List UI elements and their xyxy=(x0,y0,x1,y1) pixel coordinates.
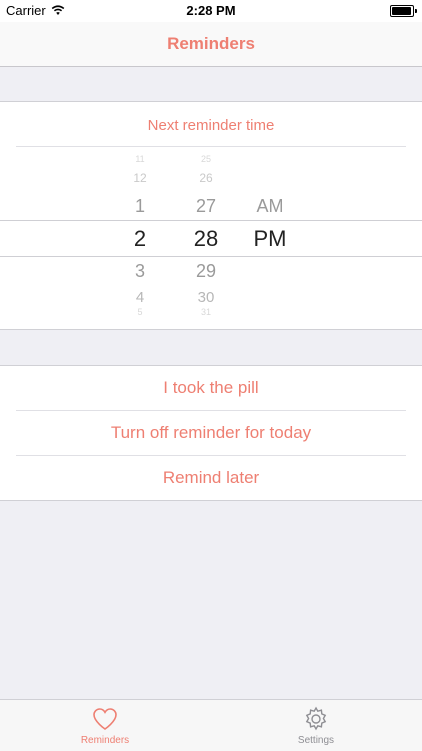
picker-item[interactable]: 25 xyxy=(176,154,236,164)
status-time: 2:28 PM xyxy=(186,3,236,18)
picker-item[interactable]: 1 xyxy=(110,196,170,217)
time-picker[interactable]: 11 12 1 2 3 4 5 25 26 27 28 29 30 31 AM … xyxy=(0,148,422,318)
minute-column[interactable]: 25 26 27 28 29 30 31 xyxy=(176,148,236,318)
reminder-time-section: Next reminder time 11 12 1 2 3 4 5 25 26… xyxy=(0,101,422,330)
turn-off-today-button[interactable]: Turn off reminder for today xyxy=(0,411,422,455)
hour-column[interactable]: 11 12 1 2 3 4 5 xyxy=(110,148,170,318)
picker-item-selected[interactable]: PM xyxy=(240,226,300,252)
took-pill-button[interactable]: I took the pill xyxy=(0,366,422,410)
picker-item[interactable]: 26 xyxy=(176,171,236,185)
battery-icon xyxy=(390,5,417,17)
separator xyxy=(16,146,406,147)
picker-item-selected[interactable]: 2 xyxy=(110,226,170,252)
navigation-bar: Reminders xyxy=(0,22,422,67)
remind-later-button[interactable]: Remind later xyxy=(0,456,422,500)
actions-section: I took the pill Turn off reminder for to… xyxy=(0,365,422,501)
gear-icon xyxy=(305,706,327,731)
picker-item[interactable]: 27 xyxy=(176,196,236,217)
picker-item-selected[interactable]: 28 xyxy=(176,226,236,252)
picker-item[interactable]: 12 xyxy=(110,171,170,185)
tab-bar: Reminders Settings xyxy=(0,699,422,751)
picker-item[interactable]: 11 xyxy=(110,154,170,164)
tab-settings[interactable]: Settings xyxy=(261,705,371,746)
picker-item[interactable]: 29 xyxy=(176,261,236,282)
ampm-column[interactable]: AM PM xyxy=(240,148,300,318)
picker-item[interactable]: 31 xyxy=(176,307,236,317)
picker-item[interactable]: 3 xyxy=(110,261,170,282)
section-title: Next reminder time xyxy=(147,117,275,134)
status-bar: Carrier 2:28 PM xyxy=(0,0,422,22)
picker-item[interactable]: 30 xyxy=(176,289,236,306)
picker-item[interactable]: 5 xyxy=(110,307,170,317)
picker-item[interactable]: AM xyxy=(240,196,300,217)
page-title: Reminders xyxy=(167,34,255,53)
heart-icon xyxy=(93,708,117,730)
picker-item[interactable]: 4 xyxy=(110,289,170,306)
tab-reminders[interactable]: Reminders xyxy=(50,705,160,746)
tab-label: Reminders xyxy=(80,735,130,746)
tab-label: Settings xyxy=(297,735,335,746)
